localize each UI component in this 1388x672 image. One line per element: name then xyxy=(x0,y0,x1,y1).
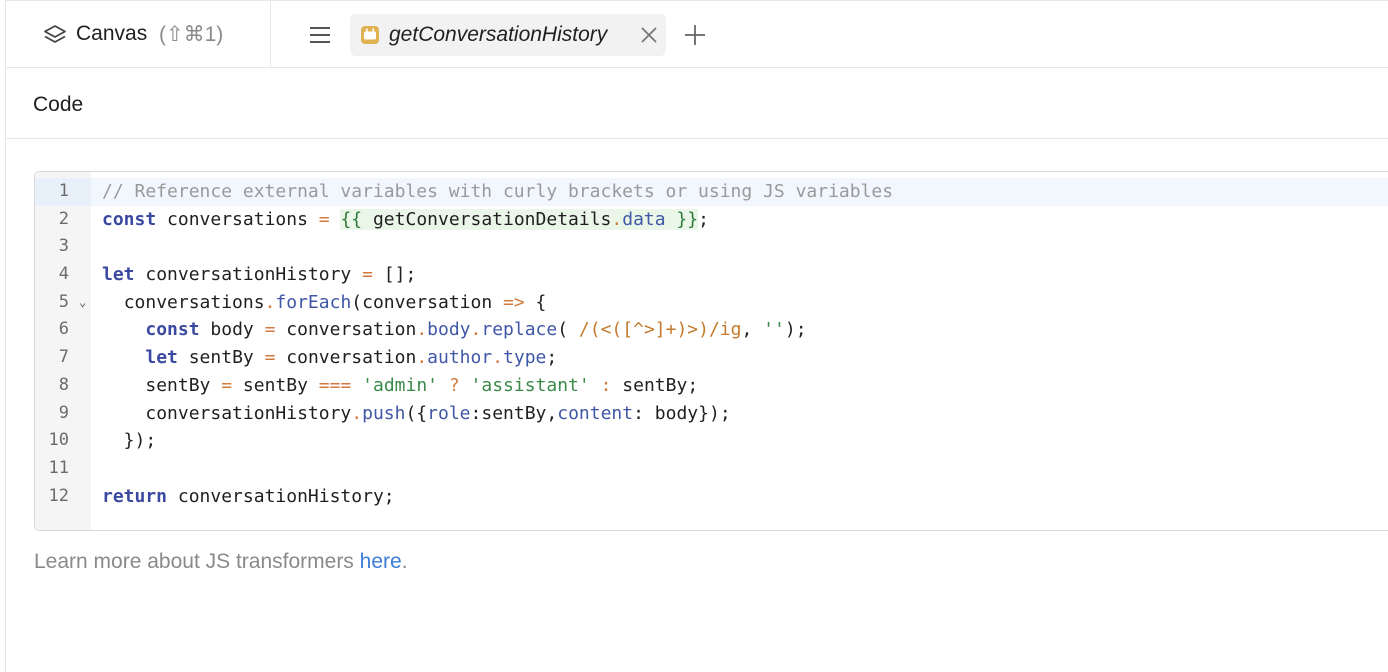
code-line[interactable]: 4 let conversationHistory = []; xyxy=(35,261,1388,289)
line-number: 6 xyxy=(58,319,69,340)
query-tab-getConversationHistory[interactable]: getConversationHistory xyxy=(350,14,666,56)
line-number: 12 xyxy=(48,485,69,506)
code-line[interactable]: 11 xyxy=(35,455,1388,483)
help-text: Learn more about JS transformers here. xyxy=(34,550,408,573)
code-line[interactable]: 5 ⌄ conversations.forEach(conversation =>… xyxy=(35,289,1388,317)
canvas-shortcut: (⇧⌘1) xyxy=(159,23,224,46)
canvas-tab[interactable]: Canvas (⇧⌘1) xyxy=(6,1,271,68)
query-tab-label: getConversationHistory xyxy=(389,23,608,46)
code-line[interactable]: 2 const conversations = {{ getConversati… xyxy=(35,206,1388,234)
line-number: 3 xyxy=(58,236,69,257)
line-number: 9 xyxy=(58,402,69,423)
line-number: 7 xyxy=(58,347,69,368)
close-icon[interactable] xyxy=(640,26,658,44)
layers-icon xyxy=(44,25,66,43)
code-line[interactable]: 10 }); xyxy=(35,427,1388,455)
js-query-icon xyxy=(361,26,379,44)
code-editor[interactable]: 1 // Reference external variables with c… xyxy=(34,171,1388,531)
code-line[interactable]: 3 xyxy=(35,233,1388,261)
line-number: 2 xyxy=(58,208,69,229)
hamburger-menu-icon[interactable] xyxy=(308,23,332,47)
canvas-label: Canvas xyxy=(76,22,148,45)
code-line[interactable]: 6 const body = conversation.body.replace… xyxy=(35,316,1388,344)
editor-panel: Canvas (⇧⌘1) getConversationHistory Code… xyxy=(5,0,1388,672)
section-header: Code xyxy=(6,68,1388,139)
fold-chevron-icon[interactable]: ⌄ xyxy=(79,289,86,317)
line-number: 11 xyxy=(48,457,69,478)
keyword: const xyxy=(102,208,157,230)
code-line[interactable]: 12 return conversationHistory; xyxy=(35,483,1388,511)
code-line[interactable]: 8 sentBy = sentBy === 'admin' ? 'assista… xyxy=(35,372,1388,400)
section-title: Code xyxy=(33,93,84,116)
line-number: 1 xyxy=(58,181,69,201)
add-tab-icon[interactable] xyxy=(684,24,706,46)
code-line[interactable]: 7 let sentBy = conversation.author.type; xyxy=(35,344,1388,372)
line-number: 4 xyxy=(58,264,69,285)
code-line[interactable]: 9 conversationHistory.push({role:sentBy,… xyxy=(35,400,1388,428)
identifier: conversations xyxy=(167,208,308,230)
comment: // Reference external variables with cur… xyxy=(102,181,894,202)
template-expression: {{ getConversationDetails.data }} xyxy=(340,208,699,230)
code-line[interactable]: 1 // Reference external variables with c… xyxy=(35,178,1388,206)
line-number: 10 xyxy=(48,430,69,451)
line-number: 8 xyxy=(58,374,69,395)
line-number: 5 xyxy=(58,291,69,312)
learn-more-link[interactable]: here xyxy=(360,550,402,573)
top-bar: Canvas (⇧⌘1) getConversationHistory xyxy=(6,1,1388,68)
